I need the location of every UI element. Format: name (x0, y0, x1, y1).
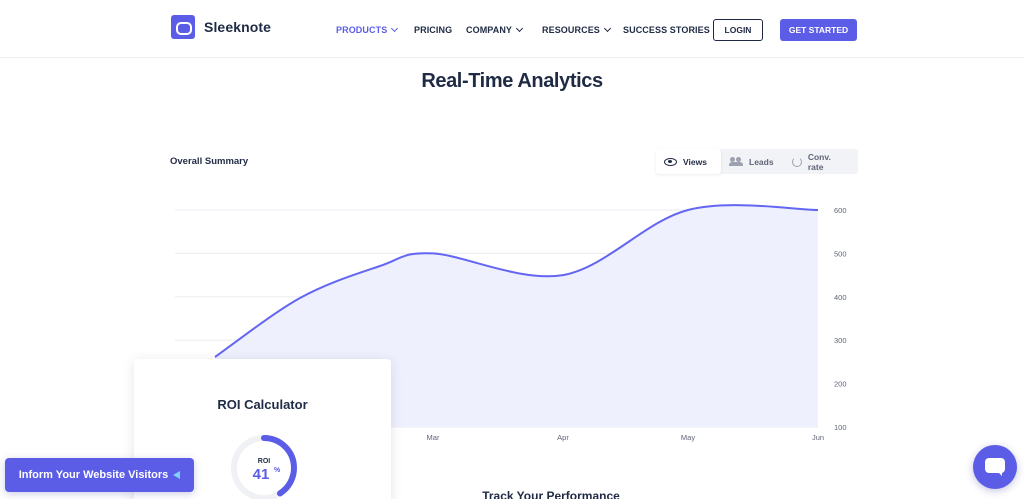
toggle-label: Views (683, 156, 707, 167)
refresh-icon (792, 156, 802, 167)
nav-label: PRODUCTS (336, 25, 388, 35)
chat-icon (985, 458, 1005, 476)
nav-label: SUCCESS STORIES (623, 25, 710, 35)
inform-label: Inform Your Website Visitors (18, 469, 169, 481)
megaphone-icon (173, 471, 181, 479)
roi-label: ROI (257, 458, 271, 465)
metric-toggle-group: Views Leads Conv. rate (656, 149, 858, 174)
nav-label: RESOURCES (542, 25, 600, 35)
users-icon (729, 157, 743, 166)
x-tick-label: Mar (427, 433, 440, 442)
y-tick-label: 400 (834, 293, 847, 302)
chevron-down-icon (516, 24, 524, 33)
y-tick-label: 500 (834, 249, 847, 258)
overall-summary-label: Overall Summary (170, 156, 249, 167)
toggle-conv-rate[interactable]: Conv. rate (784, 149, 856, 174)
x-tick-label: Jun (812, 433, 824, 442)
nav-item-resources[interactable]: RESOURCES (542, 24, 611, 35)
nav-item-company[interactable]: COMPANY (466, 24, 524, 35)
toggle-views[interactable]: Views (656, 149, 721, 174)
toggle-leads[interactable]: Leads (722, 149, 782, 174)
roi-calculator-title: ROI Calculator (217, 397, 308, 412)
x-tick-label: Apr (557, 433, 569, 442)
y-tick-label: 600 (834, 206, 847, 215)
roi-unit: % (274, 467, 281, 474)
nav-item-pricing[interactable]: PRICING (414, 25, 452, 35)
toggle-label: Conv. rate (807, 151, 831, 172)
y-tick-label: 100 (834, 423, 847, 432)
inform-visitors-button[interactable]: Inform Your Website Visitors (5, 458, 194, 492)
site-header: Sleeknote PRODUCTS PRICING COMPANY RESOU… (0, 0, 1024, 58)
nav-item-products[interactable]: PRODUCTS (336, 24, 399, 35)
nav-label: PRICING (414, 25, 453, 35)
nav-label: COMPANY (466, 25, 513, 35)
x-tick-label: May (681, 433, 695, 442)
roi-value: 41 (252, 466, 270, 483)
section-title: Real-Time Analytics (421, 70, 603, 92)
chat-launcher-button[interactable] (973, 445, 1017, 489)
views-series-line (214, 204, 819, 358)
get-started-button[interactable]: GET STARTED (780, 19, 857, 41)
y-tick-label: 300 (834, 336, 847, 345)
chevron-down-icon (391, 24, 399, 33)
chevron-down-icon (603, 24, 611, 33)
y-tick-label: 200 (834, 380, 847, 389)
main-nav: PRODUCTS PRICING COMPANY RESOURCES SUCCE… (0, 24, 1024, 37)
nav-item-success-stories[interactable]: SUCCESS STORIES (623, 25, 710, 35)
eye-icon (664, 157, 677, 166)
login-button[interactable]: LOGIN (713, 19, 763, 41)
toggle-label: Leads (749, 156, 774, 167)
